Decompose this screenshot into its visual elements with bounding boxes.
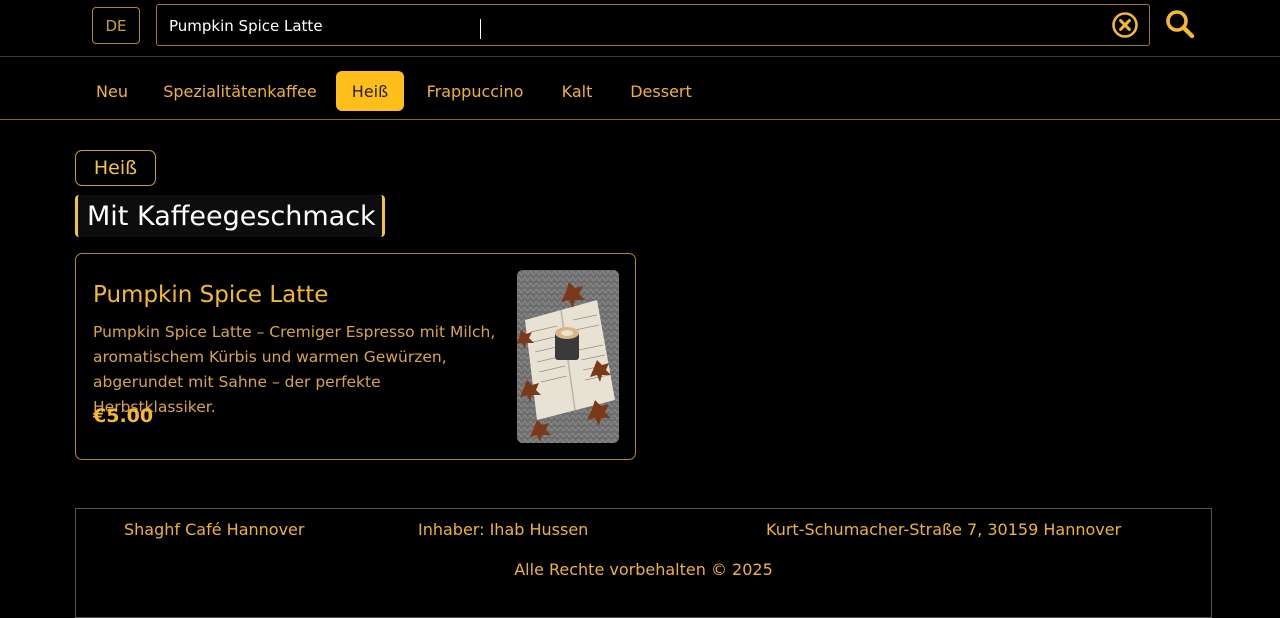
text-caret <box>480 19 481 39</box>
product-card[interactable]: Pumpkin Spice Latte Pumpkin Spice Latte … <box>75 253 636 460</box>
search-box <box>156 4 1150 46</box>
footer-copyright: Alle Rechte vorbehalten © 2025 <box>514 560 773 579</box>
tab-dessert[interactable]: Dessert <box>622 71 700 111</box>
clear-search-icon[interactable] <box>1111 11 1139 39</box>
tab-spezialitaetenkaffee[interactable]: Spezialitätenkaffee <box>160 71 320 111</box>
product-description: Pumpkin Spice Latte – Cremiger Espresso … <box>93 323 496 416</box>
footer-address: Kurt-Schumacher-Straße 7, 30159 Hannover <box>766 520 1122 539</box>
language-button[interactable]: DE <box>92 7 140 44</box>
product-image <box>517 270 619 443</box>
tab-frappuccino[interactable]: Frappuccino <box>418 71 532 111</box>
tab-heiss[interactable]: Heiß <box>336 71 404 111</box>
product-name: Pumpkin Spice Latte <box>93 282 329 308</box>
top-bar: DE <box>0 0 1280 57</box>
category-pill: Heiß <box>75 150 156 186</box>
footer-cafe-name: Shaghf Café Hannover <box>124 520 305 539</box>
footer-owner: Inhaber: Ihab Hussen <box>418 520 589 539</box>
product-price: €5.00 <box>93 405 154 427</box>
search-icon[interactable] <box>1164 8 1196 40</box>
search-input[interactable] <box>169 14 1109 38</box>
tab-kalt[interactable]: Kalt <box>552 71 602 111</box>
tab-neu[interactable]: Neu <box>84 71 140 111</box>
footer: Shaghf Café Hannover Inhaber: Ihab Husse… <box>75 508 1212 618</box>
subcategory-title: Mit Kaffeegeschmack <box>75 195 385 237</box>
category-tabs: Neu Spezialitätenkaffee Heiß Frappuccino… <box>0 57 1280 120</box>
